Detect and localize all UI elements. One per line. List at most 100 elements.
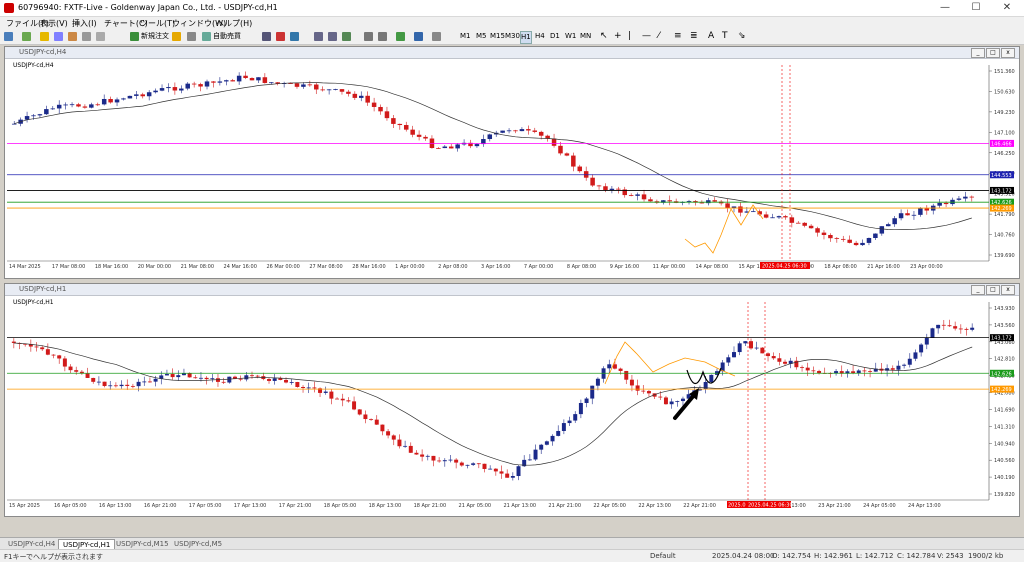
candle-body: [159, 88, 165, 91]
candle-body: [269, 82, 274, 84]
timeframe-m15[interactable]: M15: [490, 31, 505, 42]
time-tick-label: 21 Apr 21:00: [548, 503, 581, 509]
candlestick-icon[interactable]: [276, 32, 285, 41]
timeframe-m30[interactable]: M30: [505, 31, 520, 42]
crosshair-tool-icon[interactable]: +: [614, 31, 622, 42]
timeframe-m5[interactable]: M5: [476, 31, 487, 42]
terminal-icon[interactable]: [82, 32, 91, 41]
profiles-icon[interactable]: [22, 32, 31, 41]
candle-body: [236, 75, 242, 82]
candle-body: [821, 232, 827, 235]
bar-chart-icon[interactable]: [262, 32, 271, 41]
fibonacci-icon[interactable]: ≣: [690, 31, 698, 42]
timeframe-h4[interactable]: H4: [535, 31, 545, 42]
h4-chart-canvas[interactable]: USDJPY-cd,H4 151.360 150.630 149.230 147.10…: [5, 59, 1019, 278]
candle-body: [590, 385, 595, 399]
candle-body: [516, 466, 521, 477]
h4-level-0-label: 146.466: [991, 141, 1012, 147]
new-chart-icon[interactable]: [4, 32, 13, 41]
candle-body: [306, 387, 311, 389]
candle-body: [255, 375, 260, 377]
candle-body: [301, 386, 306, 388]
candle-body: [397, 439, 402, 447]
auto-trade-button[interactable]: 自動売買: [213, 31, 241, 42]
price-tick-label: 150.630: [994, 89, 1015, 95]
options-icon[interactable]: [187, 32, 196, 41]
chart-window-h1[interactable]: USDJPY-cd,H1 _ □ x USDJPY-cd,H1 143.930 1…: [4, 283, 1020, 517]
candle-body: [616, 188, 621, 190]
candle-body: [964, 328, 969, 330]
timeframe-d1[interactable]: D1: [550, 31, 560, 42]
chart-window-h4[interactable]: USDJPY-cd,H4 _ □ x USDJPY-cd,H4 151.360 1…: [4, 46, 1020, 279]
menu-tools[interactable]: ツール(T): [140, 18, 175, 29]
menu-help[interactable]: ヘルプ(H): [216, 18, 252, 29]
autoscroll-icon[interactable]: [364, 32, 373, 41]
pane-h4-minimize-button[interactable]: _: [971, 48, 985, 58]
candle-body: [918, 208, 923, 215]
candle-body: [551, 138, 557, 146]
menu-view[interactable]: 表示(V): [40, 18, 68, 29]
tab-usdjpy-m5[interactable]: USDJPY-cd,M5: [170, 539, 226, 549]
time-tick-label: 18 Apr 13:00: [369, 503, 402, 509]
h1-level-1-label: 142.626: [991, 371, 1012, 377]
timeframe-mn[interactable]: MN: [580, 31, 591, 42]
templates-icon[interactable]: [432, 32, 441, 41]
candle-body: [326, 89, 332, 91]
candle-body: [866, 238, 872, 243]
cursor-tool-icon[interactable]: ↖: [600, 31, 608, 42]
periods-icon[interactable]: [414, 32, 423, 41]
zoom-out-icon[interactable]: [328, 32, 337, 41]
candle-body: [595, 378, 600, 386]
tab-usdjpy-m15[interactable]: USDJPY-cd,M15: [112, 539, 173, 549]
tester-icon[interactable]: [96, 32, 105, 41]
pane-h1-minimize-button[interactable]: _: [971, 285, 985, 295]
market-watch-icon[interactable]: [40, 32, 49, 41]
candle-body: [24, 116, 30, 120]
pane-h1-close-button[interactable]: x: [1001, 285, 1015, 295]
candle-body: [140, 94, 145, 97]
trendline-icon[interactable]: ⁄: [658, 31, 660, 42]
channel-icon[interactable]: ≡: [674, 31, 682, 42]
text-tool-icon[interactable]: A: [708, 31, 714, 42]
timeframe-w1[interactable]: W1: [565, 31, 576, 42]
candle-body: [384, 111, 390, 119]
candle-body: [533, 449, 538, 460]
vertical-line-icon[interactable]: |: [628, 31, 631, 42]
candle-body: [217, 81, 223, 83]
candle-body: [101, 98, 107, 105]
candle-body: [564, 153, 570, 156]
timeframe-h1[interactable]: H1: [520, 31, 532, 44]
navigator-icon[interactable]: [68, 32, 77, 41]
price-tick-label: 141.310: [994, 424, 1015, 430]
moving-average-line: [13, 342, 973, 466]
arrows-tool-icon[interactable]: ⇘: [738, 31, 746, 42]
candle-body: [919, 344, 924, 353]
label-tool-icon[interactable]: T: [722, 31, 728, 42]
price-tick-label: 149.230: [994, 110, 1015, 116]
indicators-icon[interactable]: [396, 32, 405, 41]
close-button[interactable]: ✕: [992, 1, 1022, 15]
menu-insert[interactable]: 挿入(I): [72, 18, 97, 29]
candle-body: [295, 382, 300, 387]
line-chart-icon[interactable]: [290, 32, 299, 41]
zoom-in-icon[interactable]: [314, 32, 323, 41]
new-order-button[interactable]: 新規注文: [141, 31, 169, 42]
tab-usdjpy-h4[interactable]: USDJPY-cd,H4: [4, 539, 59, 549]
minimize-button[interactable]: —: [930, 1, 960, 15]
chart-shift-icon[interactable]: [378, 32, 387, 41]
maximize-button[interactable]: ☐: [961, 1, 991, 15]
data-window-icon[interactable]: [54, 32, 63, 41]
metaeditor-icon[interactable]: [172, 32, 181, 41]
candle-body: [573, 414, 578, 421]
candle-body: [416, 134, 422, 137]
tile-windows-icon[interactable]: [342, 32, 351, 41]
candle-body: [556, 430, 561, 436]
pane-h4-close-button[interactable]: x: [1001, 48, 1015, 58]
horizontal-line-icon[interactable]: —: [642, 31, 651, 42]
candle-body: [380, 424, 385, 432]
pane-h4-restore-button[interactable]: □: [986, 48, 1000, 58]
h1-chart-canvas[interactable]: USDJPY-cd,H1 143.930143.560143.060142.81…: [5, 296, 1019, 516]
pane-h1-maximize-button[interactable]: □: [986, 285, 1000, 295]
timeframe-m1[interactable]: M1: [460, 31, 471, 42]
candle-body: [743, 341, 748, 344]
